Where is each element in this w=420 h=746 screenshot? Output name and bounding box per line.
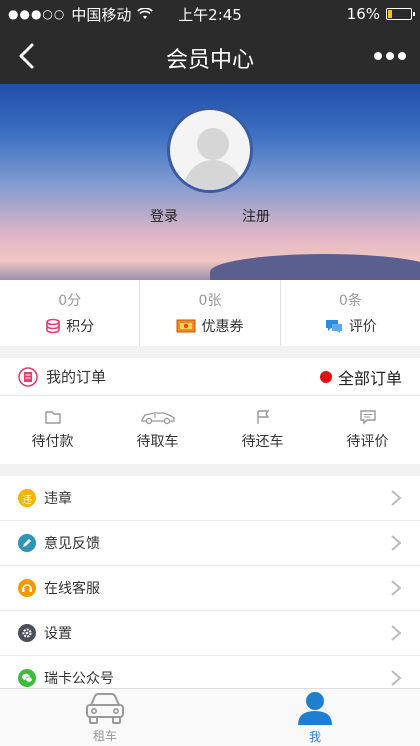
settings-label: 设置	[44, 626, 72, 642]
pencil-icon	[18, 534, 36, 552]
battery-icon	[386, 8, 415, 20]
stat-coupons[interactable]: 0张 优惠券	[139, 280, 279, 346]
chevron-right-icon	[391, 670, 402, 686]
stat-reviews[interactable]: 0条 评价	[279, 280, 420, 346]
chevron-right-icon	[391, 580, 402, 596]
reviews-value: 0条	[338, 293, 362, 309]
headset-icon	[18, 579, 36, 597]
menu-item-violations[interactable]: 违 违章	[0, 476, 420, 521]
car-front-icon	[86, 693, 124, 724]
page-title: 会员中心	[165, 48, 254, 73]
menu-item-customer-service[interactable]: 在线客服	[0, 566, 420, 611]
wechat-account-label: 瑞卡公众号	[44, 671, 114, 687]
menu-list: 违 违章 意见反馈 在线客服 设置 瑞卡公众号	[0, 476, 420, 701]
all-orders-link[interactable]: 全部订单	[319, 365, 402, 389]
order-pending-return[interactable]: 待还车	[210, 396, 315, 463]
orders-title: 我的订单	[46, 368, 107, 386]
register-link[interactable]: 注册	[242, 206, 270, 226]
order-icon	[18, 366, 38, 387]
tab-rent-car-label: 租车	[92, 729, 117, 743]
car-icon	[140, 411, 175, 424]
avatar[interactable]	[167, 107, 253, 193]
wallet-icon	[44, 410, 61, 424]
order-pending-payment[interactable]: 待付款	[0, 396, 105, 463]
message-icon	[359, 409, 376, 425]
coupon-icon	[176, 319, 196, 333]
tab-rent-car[interactable]: 租车	[0, 689, 210, 746]
pending-return-label: 待还车	[241, 433, 284, 450]
chevron-right-icon	[391, 535, 402, 551]
violation-icon: 违	[18, 489, 36, 507]
flag-icon	[256, 409, 269, 424]
tab-bar: 租车 我	[0, 688, 420, 746]
user-icon	[298, 692, 332, 725]
menu-item-settings[interactable]: 设置	[0, 611, 420, 656]
gear-icon	[18, 624, 36, 642]
status-bar: ●●●○○ 中国移动 上午2:45 16%	[0, 0, 420, 28]
background-hill	[210, 254, 420, 280]
login-link[interactable]: 登录	[150, 206, 178, 226]
order-pending-pickup[interactable]: 待取车	[105, 396, 210, 463]
all-orders-label: 全部订单	[337, 368, 402, 388]
feedback-label: 意见反馈	[44, 536, 100, 552]
pending-payment-label: 待付款	[31, 433, 74, 450]
notification-dot	[319, 370, 332, 383]
violations-label: 违章	[44, 491, 72, 507]
comment-icon	[325, 320, 342, 333]
tab-me-label: 我	[308, 730, 321, 744]
coins-icon	[46, 318, 60, 334]
chevron-right-icon	[391, 490, 402, 506]
menu-item-feedback[interactable]: 意见反馈	[0, 521, 420, 566]
points-value: 0分	[58, 293, 82, 309]
pending-review-label: 待评价	[346, 433, 389, 450]
points-label: 积分	[66, 319, 95, 335]
customer-service-label: 在线客服	[44, 581, 100, 597]
chevron-right-icon	[391, 625, 402, 641]
wechat-icon	[18, 669, 36, 687]
orders-card: 我的订单 全部订单 待付款 待取车 待还车 待评价	[0, 358, 420, 464]
stat-points[interactable]: 0分 积分	[0, 280, 139, 346]
coupons-label: 优惠券	[201, 319, 244, 335]
pending-pickup-label: 待取车	[136, 433, 179, 450]
reviews-label: 评价	[348, 319, 377, 335]
status-time: 上午2:45	[178, 5, 242, 24]
more-dots-icon[interactable]	[372, 46, 408, 66]
coupons-value: 0张	[198, 293, 222, 309]
stats-row: 0分 积分 0张 优惠券 0条 评价	[0, 280, 420, 346]
tab-me[interactable]: 我	[210, 689, 420, 746]
nav-bar: 会员中心	[0, 28, 420, 84]
profile-header: 登录 注册	[0, 84, 420, 280]
order-pending-review[interactable]: 待评价	[315, 396, 420, 463]
